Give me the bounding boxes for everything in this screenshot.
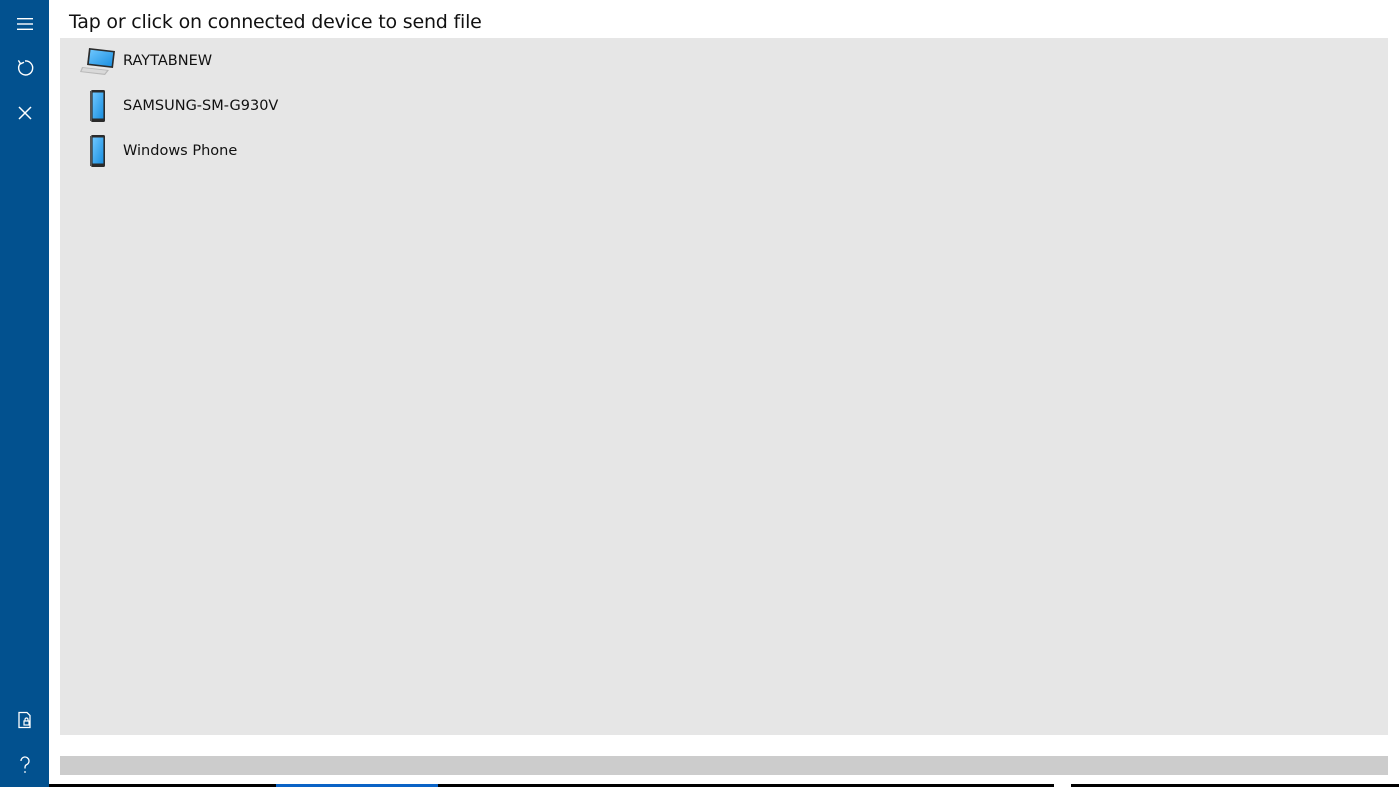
- command-rail: [0, 0, 49, 787]
- close-button[interactable]: [0, 91, 49, 135]
- help-button[interactable]: [0, 743, 49, 787]
- device-item-samsung-sm-g930v[interactable]: SAMSUNG-SM-G930V: [78, 86, 478, 126]
- menu-button[interactable]: [0, 2, 49, 46]
- phone-icon: [78, 132, 118, 170]
- device-item-raytabnew[interactable]: RAYTABNEW: [78, 41, 478, 81]
- refresh-button[interactable]: [0, 46, 49, 90]
- device-label: SAMSUNG-SM-G930V: [123, 98, 279, 114]
- question-icon: [19, 756, 30, 773]
- device-item-windows-phone[interactable]: Windows Phone: [78, 131, 478, 171]
- document-lock-icon: [17, 711, 31, 729]
- laptop-icon: [78, 42, 118, 80]
- hamburger-icon: [16, 18, 33, 30]
- app-window: Tap or click on connected device to send…: [0, 0, 1399, 787]
- device-list: RAYTABNEW SAMSUNG-SM-G930V Windows Phone: [60, 38, 1388, 735]
- device-label: Windows Phone: [123, 143, 238, 159]
- transfer-progress-bar: [60, 756, 1388, 775]
- page-title: Tap or click on connected device to send…: [69, 11, 482, 33]
- phone-icon: [78, 87, 118, 125]
- close-icon: [17, 106, 32, 120]
- refresh-icon: [17, 60, 33, 76]
- file-button[interactable]: [0, 698, 49, 742]
- device-label: RAYTABNEW: [123, 53, 213, 69]
